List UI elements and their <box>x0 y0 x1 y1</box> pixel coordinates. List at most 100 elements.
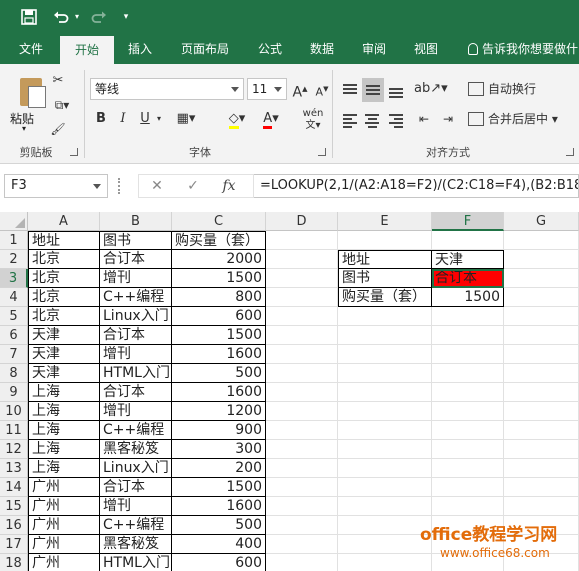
cancel-icon[interactable]: ✕ <box>143 175 171 197</box>
cell-empty[interactable] <box>338 345 432 364</box>
bold-button[interactable]: B <box>92 108 110 130</box>
table-cell[interactable]: 广州 <box>28 516 100 535</box>
cell-empty[interactable] <box>504 269 579 288</box>
cell-empty[interactable] <box>266 554 338 571</box>
cell-empty[interactable] <box>432 307 504 326</box>
paste-button[interactable]: 粘贴 ▾ <box>6 68 50 138</box>
row-header-11[interactable]: 11 <box>0 421 28 440</box>
phonetic-button[interactable]: wén 文▾ <box>298 108 328 131</box>
table-cell[interactable]: 600 <box>172 554 266 571</box>
cell-empty[interactable] <box>432 345 504 364</box>
table-cell[interactable]: 黑客秘笈 <box>100 535 172 554</box>
table-cell[interactable]: 800 <box>172 288 266 307</box>
table-cell[interactable]: 2000 <box>172 250 266 269</box>
copy-icon[interactable]: ⧉▾ <box>48 94 76 116</box>
row-header-15[interactable]: 15 <box>0 497 28 516</box>
column-header-c[interactable]: C <box>172 212 266 231</box>
row-header-12[interactable]: 12 <box>0 440 28 459</box>
row-header-17[interactable]: 17 <box>0 535 28 554</box>
cell-empty[interactable] <box>338 402 432 421</box>
table-header-cell[interactable]: 地址 <box>28 231 100 250</box>
table-cell[interactable]: 广州 <box>28 554 100 571</box>
insert-function-button[interactable]: fx <box>215 175 243 197</box>
cell-empty[interactable] <box>266 250 338 269</box>
cell-empty[interactable] <box>432 421 504 440</box>
table-cell[interactable]: 400 <box>172 535 266 554</box>
table-cell[interactable]: 上海 <box>28 402 100 421</box>
row-header-9[interactable]: 9 <box>0 383 28 402</box>
row-header-2[interactable]: 2 <box>0 250 28 269</box>
lookup-result-cell[interactable]: 合订本 <box>432 269 504 288</box>
clipboard-launcher-icon[interactable] <box>70 148 78 156</box>
row-header-18[interactable]: 18 <box>0 554 28 571</box>
table-cell[interactable]: 上海 <box>28 459 100 478</box>
redo-icon[interactable] <box>88 6 110 28</box>
align-middle-button[interactable] <box>362 78 384 102</box>
cell-empty[interactable] <box>432 459 504 478</box>
table-cell[interactable]: 合订本 <box>100 478 172 497</box>
row-header-7[interactable]: 7 <box>0 345 28 364</box>
table-cell[interactable]: 黑客秘笈 <box>100 440 172 459</box>
cell-empty[interactable] <box>504 383 579 402</box>
lookup-label-cell[interactable]: 购买量（套） <box>338 288 432 307</box>
cell-empty[interactable] <box>266 364 338 383</box>
cell-empty[interactable] <box>266 402 338 421</box>
table-cell[interactable]: 增刊 <box>100 402 172 421</box>
tell-me-box[interactable]: 告诉我你想要做什 <box>468 34 578 64</box>
table-cell[interactable]: 广州 <box>28 497 100 516</box>
lookup-label-cell[interactable]: 图书 <box>338 269 432 288</box>
cell-empty[interactable] <box>504 402 579 421</box>
underline-button[interactable]: U <box>136 108 154 130</box>
table-cell[interactable]: 上海 <box>28 383 100 402</box>
align-top-button[interactable] <box>340 80 360 100</box>
align-right-button[interactable] <box>386 110 406 130</box>
align-left-button[interactable] <box>340 110 360 130</box>
cell-empty[interactable] <box>504 345 579 364</box>
decrease-font-icon[interactable]: A▼ <box>312 78 332 100</box>
font-name-select[interactable]: 等线 <box>90 78 244 100</box>
row-header-5[interactable]: 5 <box>0 307 28 326</box>
cell-empty[interactable] <box>432 231 504 250</box>
cell-empty[interactable] <box>338 478 432 497</box>
cell-empty[interactable] <box>266 535 338 554</box>
cell-empty[interactable] <box>504 421 579 440</box>
tab-home[interactable]: 开始 <box>60 36 114 64</box>
cell-empty[interactable] <box>432 478 504 497</box>
cell-empty[interactable] <box>504 326 579 345</box>
row-header-4[interactable]: 4 <box>0 288 28 307</box>
cell-empty[interactable] <box>432 402 504 421</box>
tab-page-layout[interactable]: 页面布局 <box>170 34 240 64</box>
column-header-g[interactable]: G <box>504 212 579 231</box>
font-size-select[interactable]: 11 <box>247 78 287 100</box>
cell-empty[interactable] <box>338 421 432 440</box>
cell-empty[interactable] <box>504 459 579 478</box>
cell-empty[interactable] <box>504 307 579 326</box>
cell-empty[interactable] <box>266 421 338 440</box>
cut-icon[interactable]: ✂ <box>48 70 68 92</box>
cell-empty[interactable] <box>266 459 338 478</box>
cell-empty[interactable] <box>338 307 432 326</box>
cell-empty[interactable] <box>504 288 579 307</box>
cell-empty[interactable] <box>338 497 432 516</box>
undo-dropdown-icon[interactable]: ▾ <box>72 6 82 28</box>
cell-empty[interactable] <box>266 497 338 516</box>
row-header-13[interactable]: 13 <box>0 459 28 478</box>
column-header-f[interactable]: F <box>432 212 504 231</box>
cell-empty[interactable] <box>266 383 338 402</box>
cell-empty[interactable] <box>338 459 432 478</box>
increase-font-icon[interactable]: A▲ <box>290 78 310 101</box>
cell-empty[interactable] <box>432 326 504 345</box>
table-cell[interactable]: 天津 <box>28 364 100 383</box>
cell-empty[interactable] <box>504 440 579 459</box>
table-cell[interactable]: 200 <box>172 459 266 478</box>
table-cell[interactable]: Linux入门 <box>100 459 172 478</box>
table-header-cell[interactable]: 购买量（套） <box>172 231 266 250</box>
cell-empty[interactable] <box>504 231 579 250</box>
cell-empty[interactable] <box>504 497 579 516</box>
table-cell[interactable]: HTML入门 <box>100 364 172 383</box>
table-cell[interactable]: C++编程 <box>100 516 172 535</box>
cell-empty[interactable] <box>266 440 338 459</box>
row-header-14[interactable]: 14 <box>0 478 28 497</box>
tab-insert[interactable]: 插入 <box>118 34 162 64</box>
table-cell[interactable]: 1600 <box>172 345 266 364</box>
